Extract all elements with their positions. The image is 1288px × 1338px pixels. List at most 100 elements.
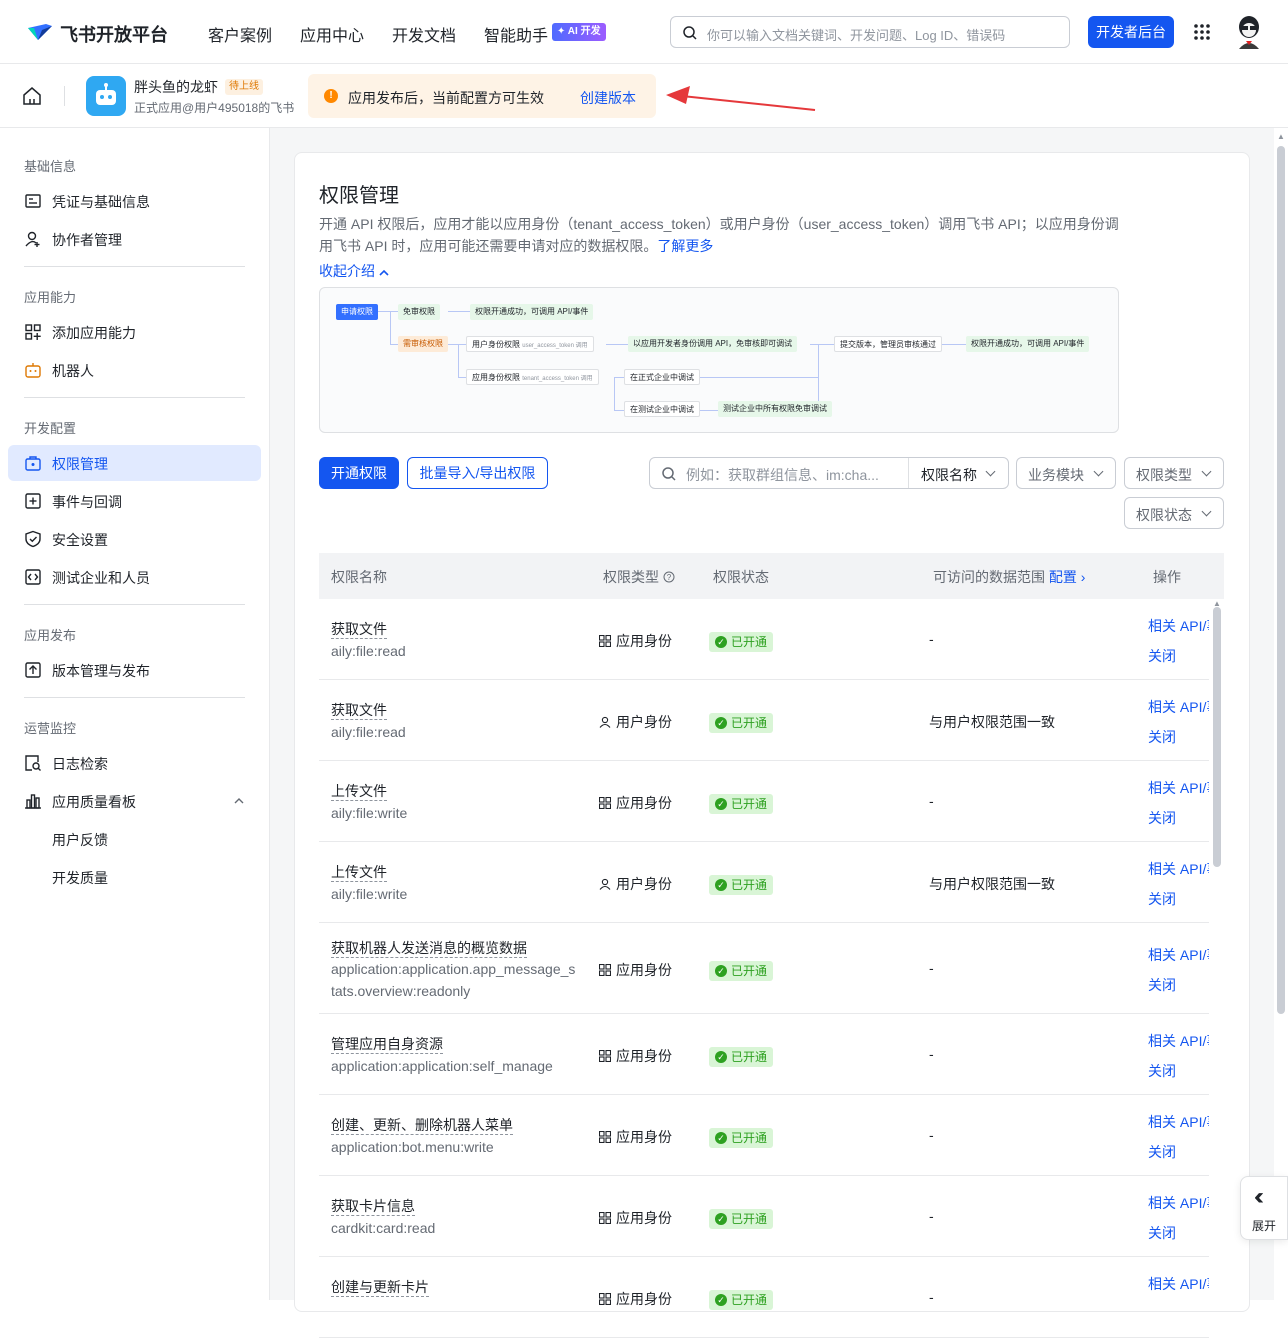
permission-name[interactable]: 上传文件 — [331, 782, 387, 801]
flow-line — [700, 377, 818, 378]
related-api-link[interactable]: 相关 API/事件 — [1148, 697, 1209, 717]
page-scrollbar[interactable]: ▲ — [1274, 128, 1288, 1300]
expand-label: 展开 — [1252, 1219, 1277, 1233]
sidebar-item-security[interactable]: 安全设置 — [8, 521, 261, 557]
close-permission-link[interactable]: 关闭 — [1148, 975, 1176, 995]
user-avatar[interactable] — [1235, 15, 1263, 49]
sidebar-item-add-capability[interactable]: 添加应用能力 — [8, 314, 261, 350]
related-api-link[interactable]: 相关 API/事件 — [1148, 1031, 1209, 1051]
column-header-range: 可访问的数据范围 配置 › — [933, 567, 1085, 587]
sidebar-item-dev-quality[interactable]: 开发质量 — [8, 859, 261, 895]
related-api-link[interactable]: 相关 API/事件 — [1148, 1112, 1209, 1132]
sidebar-item-label: 用户反馈 — [52, 832, 108, 848]
sidebar-item-label: 事件与回调 — [52, 494, 122, 510]
svg-text:?: ? — [667, 573, 672, 582]
permission-name[interactable]: 创建、更新、删除机器人菜单 — [331, 1116, 513, 1135]
intro-body: 开通 API 权限后，应用才能以应用身份（tenant_access_token… — [319, 216, 1119, 254]
user-icon — [599, 877, 611, 890]
global-search-input[interactable]: 你可以输入文档关键词、开发问题、Log ID、错误码 — [670, 16, 1070, 48]
permission-type: 应用身份 — [598, 1127, 672, 1147]
permission-scope: aily:file:read — [331, 643, 406, 659]
search-icon — [662, 467, 676, 481]
learn-more-link[interactable]: 了解更多 — [657, 238, 713, 254]
data-range: - — [929, 1046, 934, 1062]
permission-name[interactable]: 获取卡片信息 — [331, 1197, 415, 1216]
filter-business-module[interactable]: 业务模块 — [1016, 457, 1116, 489]
sidebar-item-quality-board[interactable]: 应用质量看板 — [8, 783, 261, 819]
column-header-label: 可访问的数据范围 — [933, 569, 1045, 585]
close-permission-link[interactable]: 关闭 — [1148, 1061, 1176, 1081]
feishu-logo-icon[interactable] — [26, 20, 54, 44]
close-permission-link[interactable]: 关闭 — [1148, 808, 1176, 828]
filter-permission-type[interactable]: 权限类型 — [1124, 457, 1224, 489]
related-api-link[interactable]: 相关 API/事件 — [1148, 778, 1209, 798]
config-link[interactable]: 配置 — [1049, 569, 1077, 585]
permission-card: 权限管理 开通 API 权限后，应用才能以应用身份（tenant_access_… — [294, 152, 1250, 1338]
status-badge: 已开通 — [709, 1128, 774, 1148]
permission-name[interactable]: 管理应用自身资源 — [331, 1035, 443, 1054]
search-field-select[interactable]: 权限名称 — [908, 458, 1008, 488]
nav-customer-cases[interactable]: 客户案例 — [208, 22, 272, 46]
nav-dev-docs[interactable]: 开发文档 — [392, 22, 456, 46]
flow-step-no-review: 免审权限 — [398, 304, 440, 320]
sidebar-item-robot[interactable]: 机器人 — [8, 352, 261, 388]
app-grid-icon — [598, 963, 612, 977]
expand-panel-button[interactable]: ‹‹ 展开 — [1240, 1176, 1288, 1240]
scrollbar-thumb[interactable] — [1277, 146, 1285, 1014]
chevron-up-icon[interactable] — [234, 797, 244, 804]
open-permission-button[interactable]: 开通权限 — [319, 457, 399, 489]
permission-type: 应用身份 — [598, 960, 672, 980]
related-api-link[interactable]: 相关 API/事件 — [1148, 945, 1209, 965]
chevron-down-icon — [985, 466, 996, 477]
sidebar-item-collaborators[interactable]: 协作者管理 — [8, 221, 261, 257]
divider — [24, 266, 245, 267]
collapse-intro-toggle[interactable]: 收起介绍 — [319, 261, 389, 281]
close-permission-link[interactable]: 关闭 — [1148, 889, 1176, 909]
sidebar-item-version-publish[interactable]: 版本管理与发布 — [8, 652, 261, 688]
sidebar: 基础信息 凭证与基础信息 协作者管理 应用能力 添加应用能力 机器人 开发配置 … — [0, 128, 270, 1300]
sidebar-item-credentials[interactable]: 凭证与基础信息 — [8, 183, 261, 219]
batch-import-export-button[interactable]: 批量导入/导出权限 — [407, 457, 548, 489]
permission-type: 应用身份 — [598, 631, 672, 651]
help-icon[interactable]: ? — [663, 571, 675, 583]
permission-name[interactable]: 创建与更新卡片 — [331, 1278, 429, 1297]
related-api-link[interactable]: 相关 API/事件 — [1148, 1274, 1209, 1294]
table-scrollbar[interactable] — [1213, 607, 1221, 867]
app-header: 胖头鱼的龙虾 待上线 正式应用@用户495018的飞书 ! 应用发布后，当前配置… — [0, 64, 1288, 128]
permission-type: 应用身份 — [598, 1208, 672, 1228]
page-title: 权限管理 — [319, 185, 399, 207]
permission-search-input[interactable]: 例如：获取群组信息、im:cha... 权限名称 — [649, 457, 1009, 489]
developer-console-button[interactable]: 开发者后台 — [1088, 16, 1174, 48]
permission-type-label: 应用身份 — [616, 1291, 672, 1307]
permission-name[interactable]: 获取文件 — [331, 620, 387, 639]
close-permission-link[interactable]: 关闭 — [1148, 1223, 1176, 1243]
permission-name[interactable]: 上传文件 — [331, 863, 387, 882]
scroll-up-icon[interactable]: ▲ — [1277, 132, 1285, 141]
close-permission-link[interactable]: 关闭 — [1148, 646, 1176, 666]
section-title-monitoring: 运营监控 — [24, 721, 77, 736]
related-api-link[interactable]: 相关 API/事件 — [1148, 1193, 1209, 1213]
filter-permission-status[interactable]: 权限状态 — [1124, 497, 1224, 529]
search-placeholder: 例如：获取群组信息、im:cha... — [686, 467, 879, 483]
nav-app-center[interactable]: 应用中心 — [300, 22, 364, 46]
sidebar-item-permissions[interactable]: 权限管理 — [8, 445, 261, 481]
nav-assistant[interactable]: 智能助手 — [484, 22, 548, 46]
table-row: 创建与更新卡片应用身份 已开通 - 相关 API/事件 — [319, 1257, 1209, 1338]
brand-name[interactable]: 飞书开放平台 — [60, 21, 168, 47]
close-permission-link[interactable]: 关闭 — [1148, 727, 1176, 747]
related-api-link[interactable]: 相关 API/事件 — [1148, 616, 1209, 636]
permission-name[interactable]: 获取文件 — [331, 701, 387, 720]
section-title-dev-config: 开发配置 — [24, 421, 77, 436]
permission-name[interactable]: 获取机器人发送消息的概览数据 — [331, 939, 527, 958]
close-permission-link[interactable]: 关闭 — [1148, 1142, 1176, 1162]
sidebar-item-log-search[interactable]: 日志检索 — [8, 745, 261, 781]
sidebar-item-user-feedback[interactable]: 用户反馈 — [8, 821, 261, 857]
app-grid-menu-icon[interactable] — [1193, 23, 1211, 41]
related-api-link[interactable]: 相关 API/事件 — [1148, 859, 1209, 879]
app-name: 胖头鱼的龙虾 — [134, 79, 218, 95]
home-icon[interactable] — [22, 87, 42, 105]
sidebar-item-test-enterprise[interactable]: 测试企业和人员 — [8, 559, 261, 595]
permission-scope: cardkit:card:read — [331, 1220, 436, 1236]
create-version-link[interactable]: 创建版本 — [580, 88, 636, 108]
sidebar-item-events[interactable]: 事件与回调 — [8, 483, 261, 519]
